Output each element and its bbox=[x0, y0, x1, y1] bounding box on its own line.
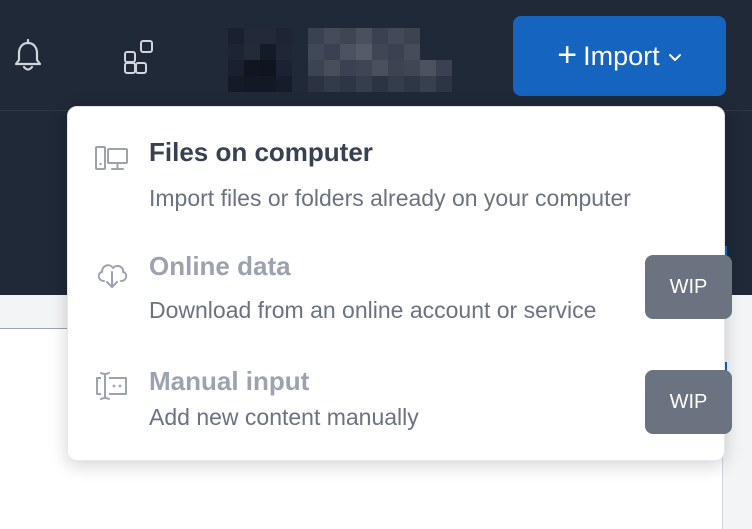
plus-icon: + bbox=[557, 35, 578, 74]
import-button-label: Import bbox=[583, 40, 660, 71]
bell-icon bbox=[14, 39, 42, 71]
menu-item-description: Download from an online account or servi… bbox=[149, 297, 597, 323]
menu-item-online-data[interactable]: Online data Download from an online acco… bbox=[68, 247, 724, 347]
wip-badge: WIP bbox=[645, 255, 732, 319]
apps-button[interactable] bbox=[120, 36, 160, 76]
wip-badge: WIP bbox=[645, 370, 732, 434]
import-dropdown-menu: Files on computer Import files or folder… bbox=[67, 106, 725, 461]
import-button[interactable]: + Import bbox=[513, 16, 726, 96]
cloud-download-icon bbox=[97, 264, 128, 288]
menu-item-description: Import files or folders already on your … bbox=[149, 185, 631, 211]
menu-item-manual-input[interactable]: Manual input Add new content manually bbox=[68, 362, 724, 452]
menu-item-description: Add new content manually bbox=[149, 404, 419, 430]
chevron-down-icon bbox=[668, 54, 681, 61]
computer-files-icon bbox=[95, 146, 128, 170]
menu-item-title: Manual input bbox=[149, 366, 310, 396]
menu-item-title: Online data bbox=[149, 251, 291, 281]
text-input-icon bbox=[96, 372, 127, 400]
notifications-button[interactable] bbox=[8, 36, 48, 76]
top-navigation-bar: + Import bbox=[0, 0, 752, 110]
avatar[interactable] bbox=[228, 28, 292, 92]
menu-item-title: Files on computer bbox=[149, 137, 373, 167]
menu-item-files-on-computer[interactable]: Files on computer Import files or folder… bbox=[68, 131, 724, 231]
apps-icon bbox=[124, 40, 153, 74]
user-name-blurred[interactable] bbox=[308, 28, 452, 92]
